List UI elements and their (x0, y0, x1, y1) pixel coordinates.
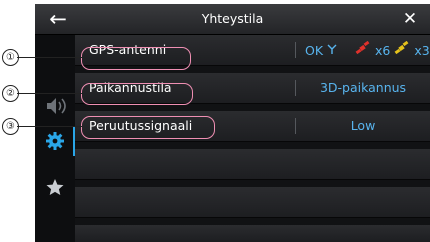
satellite-yellow-icon (394, 36, 410, 66)
star-icon (46, 179, 64, 195)
sidebar-item-settings[interactable] (39, 126, 71, 156)
list-item-empty (75, 187, 430, 218)
callout-outline-2 (81, 83, 193, 105)
gps-status-text: OK (305, 42, 324, 58)
gps-status: OK x6 x3 (305, 35, 430, 65)
speaker-icon (47, 98, 66, 114)
close-x-icon: ✕ (402, 9, 418, 29)
list-item-empty (75, 149, 430, 180)
callout-outline-1 (81, 47, 191, 70)
antenna-icon (327, 36, 337, 66)
callout-leader-1 (17, 57, 82, 58)
satellites-used-count: x6 (374, 42, 391, 58)
back-button[interactable]: ← (41, 6, 75, 32)
callout-leader-3 (17, 126, 82, 127)
row-value: Low (350, 118, 376, 133)
title-bar: ← Yhteystila ✕ (35, 4, 430, 35)
sidebar-item-favorites[interactable] (39, 172, 71, 202)
callout-leader-2 (17, 93, 82, 94)
list-item-empty (75, 225, 430, 242)
satellites-tracked-count: x3 (414, 42, 430, 58)
sidebar-item-audio[interactable] (39, 91, 71, 121)
gear-icon (46, 132, 64, 150)
row-value: 3D-paikannus (319, 80, 407, 95)
close-button[interactable]: ✕ (398, 6, 422, 32)
page-title: Yhteystila (201, 11, 264, 26)
callout-outline-3 (81, 116, 215, 139)
arrow-left-icon: ← (49, 7, 67, 31)
row-divider (295, 42, 296, 58)
sidebar (35, 35, 75, 242)
satellite-red-icon (355, 36, 371, 66)
